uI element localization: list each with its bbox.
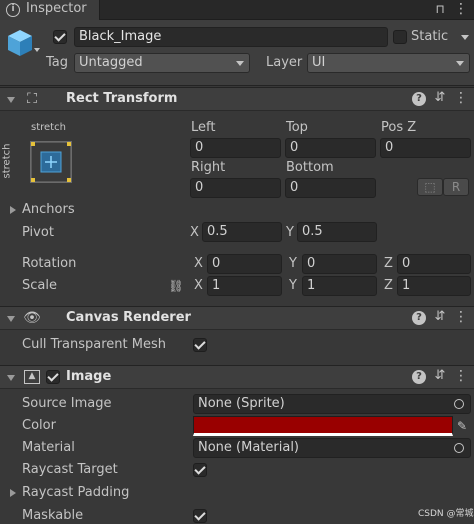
chevron-down-icon bbox=[236, 61, 244, 66]
bottom-label: Bottom bbox=[286, 160, 334, 175]
posz-label: Pos Z bbox=[381, 120, 417, 135]
fold-arrow-icon[interactable] bbox=[7, 375, 15, 381]
active-checkbox[interactable] bbox=[53, 30, 67, 44]
posz-field[interactable]: 0 bbox=[380, 138, 471, 158]
raycast-target-checkbox[interactable] bbox=[193, 463, 207, 477]
layer-label: Layer bbox=[266, 55, 303, 70]
tag-dropdown[interactable]: Untagged bbox=[74, 53, 250, 73]
material-field[interactable]: None (Material) bbox=[193, 438, 471, 458]
help-icon[interactable]: ? bbox=[412, 92, 426, 106]
image-icon: ▲ bbox=[24, 370, 40, 384]
left-field[interactable]: 0 bbox=[190, 138, 281, 158]
more-icon[interactable]: ⋮ bbox=[454, 2, 468, 16]
object-picker-icon[interactable] bbox=[454, 399, 464, 409]
pivot-x-field[interactable]: 0.5 bbox=[202, 222, 282, 242]
blueprint-mode-button[interactable]: ⬚ bbox=[417, 178, 443, 196]
object-name-field[interactable]: Black_Image bbox=[74, 27, 388, 47]
static-label: Static bbox=[411, 29, 449, 44]
rotation-y-label: Y bbox=[289, 256, 297, 271]
lock-icon[interactable]: ⊓ bbox=[433, 2, 447, 16]
watermark: CSDN @常城 bbox=[418, 509, 474, 519]
top-label: Top bbox=[286, 120, 308, 135]
rotation-z-label: Z bbox=[384, 256, 393, 271]
pivot-label: Pivot bbox=[22, 225, 54, 240]
scale-z-label: Z bbox=[384, 278, 393, 293]
raycast-padding-label[interactable]: Raycast Padding bbox=[22, 484, 129, 502]
image-enabled-checkbox[interactable] bbox=[46, 370, 60, 384]
component-title: Image bbox=[66, 369, 112, 384]
material-value: None (Material) bbox=[198, 440, 300, 455]
rect-transform-icon: ⛶ bbox=[27, 91, 37, 107]
layer-value: UI bbox=[312, 55, 326, 70]
maskable-checkbox[interactable] bbox=[193, 509, 207, 523]
pivot-x-label: X bbox=[190, 225, 199, 240]
cull-transparent-mesh-label: Cull Transparent Mesh bbox=[22, 337, 166, 352]
pivot-y-field[interactable]: 0.5 bbox=[297, 222, 377, 242]
eyedropper-icon[interactable]: ✎ bbox=[455, 419, 469, 433]
rotation-x-field[interactable]: 0 bbox=[207, 254, 282, 274]
material-label: Material bbox=[22, 440, 75, 455]
eye-icon: 👁 bbox=[23, 310, 41, 326]
component-title: Rect Transform bbox=[66, 91, 178, 106]
rotation-label: Rotation bbox=[22, 256, 77, 271]
cube-icon[interactable] bbox=[6, 26, 42, 62]
more-icon[interactable]: ⋮ bbox=[454, 310, 468, 324]
anchor-preset-button[interactable] bbox=[30, 141, 72, 183]
source-image-value: None (Sprite) bbox=[198, 396, 285, 411]
rect-transform-header[interactable]: ⛶ Rect Transform ? ⇵ ⋮ bbox=[0, 87, 474, 111]
raycast-target-label: Raycast Target bbox=[22, 462, 118, 477]
tag-label: Tag bbox=[46, 55, 69, 70]
preset-icon[interactable]: ⇵ bbox=[433, 369, 447, 383]
constrain-proportions-icon[interactable]: ⛓ bbox=[168, 279, 184, 293]
static-checkbox[interactable] bbox=[393, 30, 407, 44]
raycast-padding-fold-icon[interactable] bbox=[10, 489, 16, 497]
image-header[interactable]: ▲ Image ? ⇵ ⋮ bbox=[0, 365, 474, 389]
raw-edit-button[interactable]: R bbox=[443, 178, 469, 196]
anchor-top-label: stretch bbox=[31, 122, 66, 133]
help-icon[interactable]: ? bbox=[412, 311, 426, 325]
rotation-y-field[interactable]: 0 bbox=[302, 254, 377, 274]
bottom-field[interactable]: 0 bbox=[285, 178, 376, 198]
scale-x-field[interactable]: 1 bbox=[207, 276, 282, 296]
fold-arrow-icon[interactable] bbox=[7, 316, 15, 322]
info-icon: i bbox=[6, 3, 20, 17]
rotation-z-field[interactable]: 0 bbox=[397, 254, 471, 274]
tab-inspector[interactable]: i Inspector bbox=[0, 0, 100, 20]
scale-z-field[interactable]: 1 bbox=[397, 276, 471, 296]
preset-icon[interactable]: ⇵ bbox=[433, 310, 447, 324]
chevron-down-icon bbox=[456, 61, 464, 66]
fold-arrow-icon[interactable] bbox=[7, 97, 15, 103]
chevron-down-icon[interactable] bbox=[461, 35, 469, 40]
tag-value: Untagged bbox=[79, 55, 143, 70]
anchor-side-label: stretch bbox=[1, 143, 13, 179]
source-image-label: Source Image bbox=[22, 396, 112, 411]
component-title: Canvas Renderer bbox=[66, 310, 191, 325]
right-field[interactable]: 0 bbox=[190, 178, 281, 198]
cull-transparent-mesh-checkbox[interactable] bbox=[193, 338, 207, 352]
tab-title: Inspector bbox=[26, 1, 87, 16]
scale-y-field[interactable]: 1 bbox=[302, 276, 377, 296]
source-image-field[interactable]: None (Sprite) bbox=[193, 394, 471, 414]
scale-x-label: X bbox=[194, 278, 203, 293]
scale-label: Scale bbox=[22, 278, 57, 293]
canvas-renderer-header[interactable]: 👁 Canvas Renderer ? ⇵ ⋮ bbox=[0, 306, 474, 330]
pivot-y-label: Y bbox=[286, 225, 294, 240]
more-icon[interactable]: ⋮ bbox=[454, 91, 468, 105]
right-label: Right bbox=[191, 160, 226, 175]
anchors-fold-icon[interactable] bbox=[10, 206, 16, 214]
more-icon[interactable]: ⋮ bbox=[454, 369, 468, 383]
maskable-label: Maskable bbox=[22, 508, 84, 523]
layer-dropdown[interactable]: UI bbox=[307, 53, 470, 73]
color-label: Color bbox=[22, 418, 56, 433]
rotation-x-label: X bbox=[194, 256, 203, 271]
object-picker-icon[interactable] bbox=[454, 443, 464, 453]
help-icon[interactable]: ? bbox=[412, 370, 426, 384]
preset-icon[interactable]: ⇵ bbox=[433, 91, 447, 105]
anchors-label[interactable]: Anchors bbox=[22, 201, 75, 219]
top-field[interactable]: 0 bbox=[285, 138, 376, 158]
left-label: Left bbox=[191, 120, 216, 135]
color-swatch[interactable] bbox=[193, 416, 453, 436]
scale-y-label: Y bbox=[289, 278, 297, 293]
